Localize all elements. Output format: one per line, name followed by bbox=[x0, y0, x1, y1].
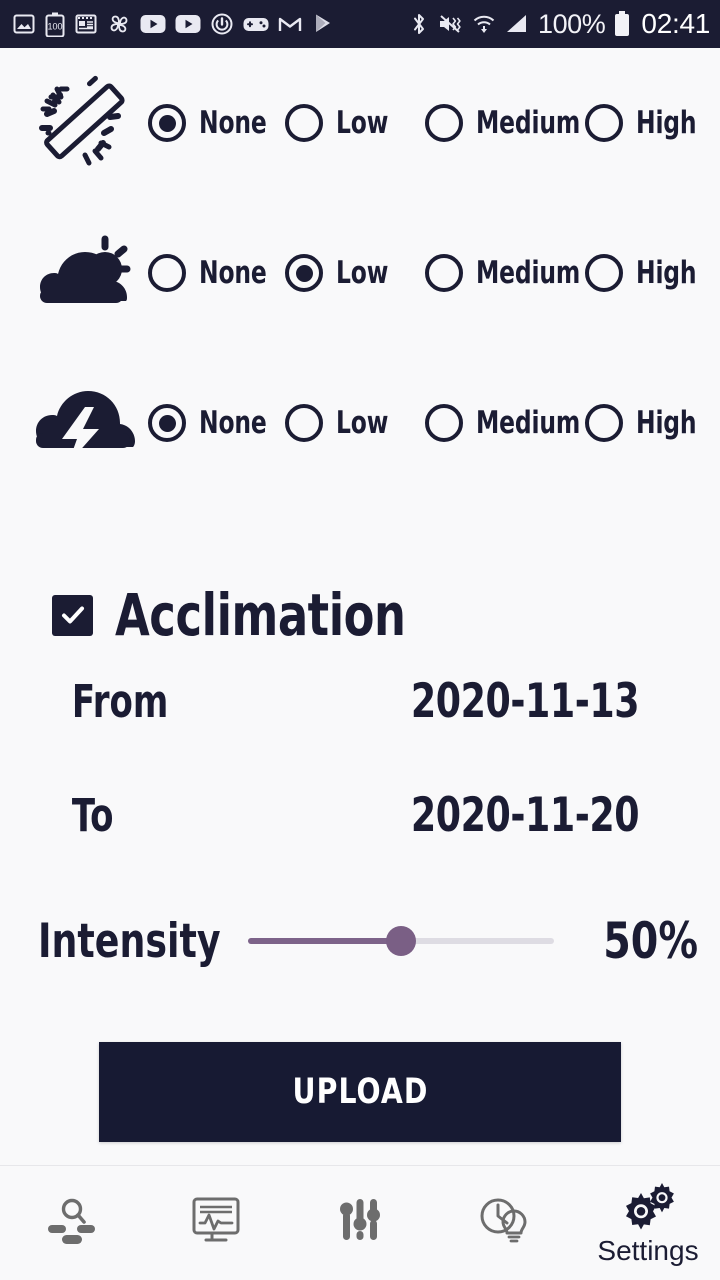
upload-button[interactable]: UPLOAD bbox=[99, 1042, 621, 1142]
nav-item-schedule[interactable] bbox=[432, 1166, 576, 1280]
to-date-value[interactable]: 2020-11-20 bbox=[392, 788, 659, 843]
option-label: None bbox=[199, 405, 267, 441]
status-bar-clock: 02:41 bbox=[641, 8, 710, 39]
checkmark-icon bbox=[61, 606, 84, 624]
option-storm-low[interactable]: Low bbox=[285, 404, 425, 442]
option-clouds-low[interactable]: Low bbox=[285, 254, 425, 292]
nav-item-controls[interactable] bbox=[288, 1166, 432, 1280]
equalizer-sliders-icon bbox=[332, 1194, 388, 1248]
battery-full-icon bbox=[614, 11, 630, 37]
radio-light-none[interactable] bbox=[148, 104, 186, 142]
intensity-slider[interactable] bbox=[248, 921, 554, 961]
storm-options: None Low Medium High bbox=[148, 404, 720, 442]
clock-bulb-icon bbox=[476, 1194, 532, 1248]
radio-storm-high[interactable] bbox=[585, 404, 623, 442]
nav-item-scan[interactable] bbox=[0, 1166, 144, 1280]
radio-clouds-low[interactable] bbox=[285, 254, 323, 292]
photo-icon bbox=[12, 12, 36, 36]
acclimation-label: Acclimation bbox=[115, 581, 406, 649]
option-label: Low bbox=[336, 105, 389, 141]
from-label: From bbox=[71, 674, 169, 728]
bottom-navigation-bar: Settings bbox=[0, 1165, 720, 1280]
option-label: None bbox=[199, 105, 267, 141]
option-label: High bbox=[636, 105, 697, 141]
youtube-music-icon bbox=[175, 14, 201, 34]
status-bar-system-icons: 100% 02:41 bbox=[410, 10, 710, 38]
news-icon bbox=[74, 12, 98, 36]
gears-icon bbox=[617, 1181, 679, 1233]
youtube-icon bbox=[140, 14, 166, 34]
option-label: Medium bbox=[476, 105, 581, 141]
upload-area: UPLOAD bbox=[0, 1042, 720, 1142]
nav-item-monitor[interactable] bbox=[144, 1166, 288, 1280]
option-light-low[interactable]: Low bbox=[285, 104, 425, 142]
option-light-medium[interactable]: Medium bbox=[425, 104, 585, 142]
play-store-icon bbox=[311, 12, 335, 36]
power-icon bbox=[210, 12, 234, 36]
intensity-value: 50% bbox=[603, 912, 698, 970]
option-label: High bbox=[636, 255, 697, 291]
option-storm-medium[interactable]: Medium bbox=[425, 404, 585, 442]
to-label: To bbox=[71, 788, 114, 842]
condition-row-storm: None Low Medium High bbox=[0, 348, 720, 498]
fluorescent-tube-light-icon bbox=[18, 67, 148, 179]
option-storm-none[interactable]: None bbox=[148, 404, 285, 442]
nav-label-settings: Settings bbox=[597, 1235, 699, 1266]
fan-icon bbox=[107, 12, 131, 36]
option-storm-high[interactable]: High bbox=[585, 404, 705, 442]
acclimation-checkbox[interactable] bbox=[52, 594, 93, 636]
option-label: None bbox=[199, 255, 267, 291]
intensity-row: Intensity 50% bbox=[0, 886, 720, 996]
game-controller-icon bbox=[243, 15, 269, 34]
radio-storm-low[interactable] bbox=[285, 404, 323, 442]
acclimation-from-row[interactable]: From 2020-11-13 bbox=[0, 644, 720, 758]
thunderstorm-icon bbox=[18, 373, 148, 473]
acclimation-toggle-row[interactable]: Acclimation bbox=[0, 586, 720, 644]
upload-button-label: UPLOAD bbox=[292, 1072, 428, 1112]
option-light-none[interactable]: None bbox=[148, 104, 285, 142]
status-bar: 100 100% 02:41 bbox=[0, 0, 720, 48]
svg-text:100: 100 bbox=[47, 21, 62, 31]
status-bar-notification-icons: 100 bbox=[12, 12, 410, 37]
option-label: Medium bbox=[476, 255, 581, 291]
battery-percent-label: 100% bbox=[537, 8, 606, 39]
wifi-icon bbox=[472, 12, 496, 36]
radio-clouds-high[interactable] bbox=[585, 254, 623, 292]
radio-clouds-none[interactable] bbox=[148, 254, 186, 292]
plant-scan-icon bbox=[44, 1194, 100, 1248]
mute-vibrate-icon bbox=[437, 12, 463, 36]
option-label: Low bbox=[336, 405, 389, 441]
radio-clouds-medium[interactable] bbox=[425, 254, 463, 292]
slider-fill bbox=[248, 938, 401, 944]
monitor-chart-icon bbox=[188, 1194, 244, 1248]
radio-storm-none[interactable] bbox=[148, 404, 186, 442]
option-clouds-medium[interactable]: Medium bbox=[425, 254, 585, 292]
partly-cloudy-icon bbox=[18, 223, 148, 323]
option-clouds-none[interactable]: None bbox=[148, 254, 285, 292]
bluetooth-icon bbox=[410, 11, 428, 37]
radio-light-high[interactable] bbox=[585, 104, 623, 142]
radio-light-medium[interactable] bbox=[425, 104, 463, 142]
slider-thumb[interactable] bbox=[386, 926, 416, 956]
condition-row-clouds: None Low Medium High bbox=[0, 198, 720, 348]
from-date-value[interactable]: 2020-11-13 bbox=[392, 674, 659, 729]
nav-item-settings[interactable]: Settings bbox=[576, 1166, 720, 1280]
radio-light-low[interactable] bbox=[285, 104, 323, 142]
battery-100-icon: 100 bbox=[45, 12, 65, 37]
option-clouds-high[interactable]: High bbox=[585, 254, 705, 292]
clouds-options: None Low Medium High bbox=[148, 254, 720, 292]
acclimation-to-row[interactable]: To 2020-11-20 bbox=[0, 758, 720, 872]
option-label: High bbox=[636, 405, 697, 441]
light-options: None Low Medium High bbox=[148, 104, 720, 142]
app-screen: 100 100% 02:41 None Low Medium High None… bbox=[0, 0, 720, 1280]
radio-storm-medium[interactable] bbox=[425, 404, 463, 442]
option-label: Low bbox=[336, 255, 389, 291]
settings-content: None Low Medium High None Low Medium Hig… bbox=[0, 48, 720, 1165]
option-light-high[interactable]: High bbox=[585, 104, 705, 142]
signal-icon bbox=[505, 12, 529, 36]
gmail-icon bbox=[278, 14, 302, 34]
option-label: Medium bbox=[476, 405, 581, 441]
condition-row-light: None Low Medium High bbox=[0, 48, 720, 198]
intensity-label: Intensity bbox=[38, 913, 221, 969]
